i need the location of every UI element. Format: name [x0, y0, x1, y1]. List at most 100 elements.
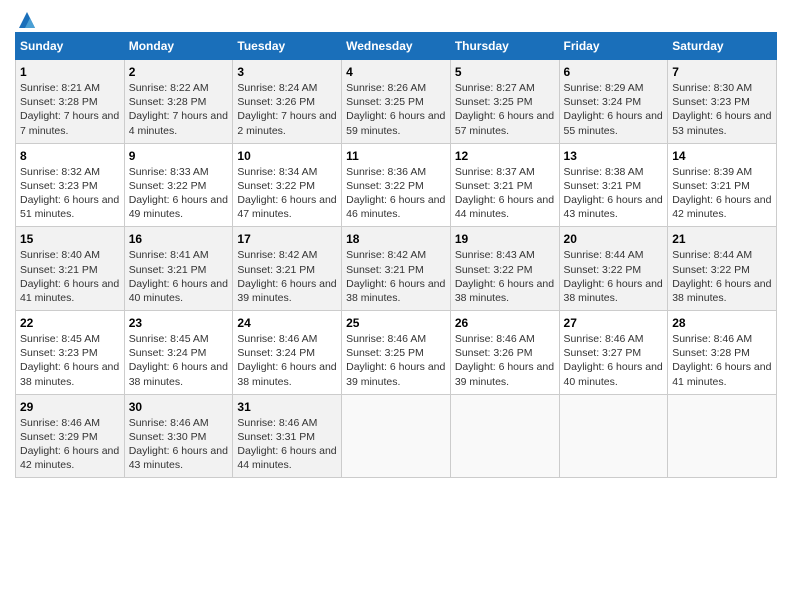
- sunrise: Sunrise: 8:39 AM: [672, 166, 752, 178]
- sunset: Sunset: 3:23 PM: [20, 347, 98, 359]
- sunset: Sunset: 3:31 PM: [237, 431, 315, 443]
- sunrise: Sunrise: 8:44 AM: [564, 249, 644, 261]
- sunrise: Sunrise: 8:46 AM: [672, 333, 752, 345]
- daylight: Daylight: 6 hours and 38 minutes.: [237, 361, 336, 387]
- day-info: Sunrise: 8:21 AM Sunset: 3:28 PM Dayligh…: [20, 81, 120, 138]
- sunrise: Sunrise: 8:37 AM: [455, 166, 535, 178]
- daylight: Daylight: 6 hours and 57 minutes.: [455, 110, 554, 136]
- daylight: Daylight: 6 hours and 38 minutes.: [672, 278, 771, 304]
- daylight: Daylight: 6 hours and 51 minutes.: [20, 194, 119, 220]
- calendar-cell: 9 Sunrise: 8:33 AM Sunset: 3:22 PM Dayli…: [124, 143, 233, 227]
- sunset: Sunset: 3:25 PM: [346, 96, 424, 108]
- day-number: 27: [564, 316, 664, 330]
- day-number: 16: [129, 232, 229, 246]
- sunset: Sunset: 3:28 PM: [129, 96, 207, 108]
- day-number: 8: [20, 149, 120, 163]
- day-number: 19: [455, 232, 555, 246]
- sunset: Sunset: 3:25 PM: [346, 347, 424, 359]
- sunset: Sunset: 3:22 PM: [346, 180, 424, 192]
- day-info: Sunrise: 8:46 AM Sunset: 3:30 PM Dayligh…: [129, 416, 229, 473]
- day-info: Sunrise: 8:38 AM Sunset: 3:21 PM Dayligh…: [564, 165, 664, 222]
- sunset: Sunset: 3:28 PM: [672, 347, 750, 359]
- sunrise: Sunrise: 8:33 AM: [129, 166, 209, 178]
- calendar-cell: 29 Sunrise: 8:46 AM Sunset: 3:29 PM Dayl…: [16, 394, 125, 478]
- sunrise: Sunrise: 8:42 AM: [346, 249, 426, 261]
- sunrise: Sunrise: 8:46 AM: [20, 417, 100, 429]
- sunrise: Sunrise: 8:22 AM: [129, 82, 209, 94]
- day-number: 25: [346, 316, 446, 330]
- sunset: Sunset: 3:22 PM: [129, 180, 207, 192]
- daylight: Daylight: 6 hours and 55 minutes.: [564, 110, 663, 136]
- daylight: Daylight: 6 hours and 40 minutes.: [564, 361, 663, 387]
- daylight: Daylight: 6 hours and 44 minutes.: [237, 445, 336, 471]
- day-info: Sunrise: 8:43 AM Sunset: 3:22 PM Dayligh…: [455, 248, 555, 305]
- day-info: Sunrise: 8:40 AM Sunset: 3:21 PM Dayligh…: [20, 248, 120, 305]
- day-info: Sunrise: 8:36 AM Sunset: 3:22 PM Dayligh…: [346, 165, 446, 222]
- day-number: 13: [564, 149, 664, 163]
- day-info: Sunrise: 8:45 AM Sunset: 3:23 PM Dayligh…: [20, 332, 120, 389]
- calendar-header-wednesday: Wednesday: [342, 33, 451, 60]
- daylight: Daylight: 7 hours and 4 minutes.: [129, 110, 228, 136]
- calendar-header-friday: Friday: [559, 33, 668, 60]
- calendar-week-5: 29 Sunrise: 8:46 AM Sunset: 3:29 PM Dayl…: [16, 394, 777, 478]
- sunrise: Sunrise: 8:30 AM: [672, 82, 752, 94]
- day-info: Sunrise: 8:46 AM Sunset: 3:25 PM Dayligh…: [346, 332, 446, 389]
- day-number: 20: [564, 232, 664, 246]
- calendar-cell: 19 Sunrise: 8:43 AM Sunset: 3:22 PM Dayl…: [450, 227, 559, 311]
- calendar-cell: [450, 394, 559, 478]
- sunrise: Sunrise: 8:46 AM: [455, 333, 535, 345]
- sunset: Sunset: 3:23 PM: [672, 96, 750, 108]
- calendar-cell: 23 Sunrise: 8:45 AM Sunset: 3:24 PM Dayl…: [124, 311, 233, 395]
- day-number: 31: [237, 400, 337, 414]
- sunset: Sunset: 3:26 PM: [455, 347, 533, 359]
- day-info: Sunrise: 8:34 AM Sunset: 3:22 PM Dayligh…: [237, 165, 337, 222]
- sunrise: Sunrise: 8:36 AM: [346, 166, 426, 178]
- calendar-header-monday: Monday: [124, 33, 233, 60]
- sunrise: Sunrise: 8:38 AM: [564, 166, 644, 178]
- day-number: 23: [129, 316, 229, 330]
- day-number: 14: [672, 149, 772, 163]
- day-number: 1: [20, 65, 120, 79]
- calendar-header-sunday: Sunday: [16, 33, 125, 60]
- daylight: Daylight: 7 hours and 2 minutes.: [237, 110, 336, 136]
- day-info: Sunrise: 8:46 AM Sunset: 3:27 PM Dayligh…: [564, 332, 664, 389]
- daylight: Daylight: 6 hours and 53 minutes.: [672, 110, 771, 136]
- day-number: 21: [672, 232, 772, 246]
- day-number: 15: [20, 232, 120, 246]
- calendar-cell: 1 Sunrise: 8:21 AM Sunset: 3:28 PM Dayli…: [16, 60, 125, 144]
- day-info: Sunrise: 8:33 AM Sunset: 3:22 PM Dayligh…: [129, 165, 229, 222]
- sunset: Sunset: 3:24 PM: [129, 347, 207, 359]
- day-info: Sunrise: 8:39 AM Sunset: 3:21 PM Dayligh…: [672, 165, 772, 222]
- daylight: Daylight: 6 hours and 39 minutes.: [346, 361, 445, 387]
- daylight: Daylight: 7 hours and 7 minutes.: [20, 110, 119, 136]
- sunset: Sunset: 3:27 PM: [564, 347, 642, 359]
- logo: [15, 10, 37, 26]
- day-info: Sunrise: 8:44 AM Sunset: 3:22 PM Dayligh…: [672, 248, 772, 305]
- header: [15, 10, 777, 26]
- sunset: Sunset: 3:21 PM: [455, 180, 533, 192]
- page-container: SundayMondayTuesdayWednesdayThursdayFrid…: [0, 0, 792, 488]
- daylight: Daylight: 6 hours and 41 minutes.: [20, 278, 119, 304]
- day-number: 11: [346, 149, 446, 163]
- day-info: Sunrise: 8:29 AM Sunset: 3:24 PM Dayligh…: [564, 81, 664, 138]
- day-number: 24: [237, 316, 337, 330]
- day-info: Sunrise: 8:41 AM Sunset: 3:21 PM Dayligh…: [129, 248, 229, 305]
- sunset: Sunset: 3:21 PM: [346, 264, 424, 276]
- sunset: Sunset: 3:29 PM: [20, 431, 98, 443]
- day-info: Sunrise: 8:45 AM Sunset: 3:24 PM Dayligh…: [129, 332, 229, 389]
- day-number: 30: [129, 400, 229, 414]
- calendar-cell: 26 Sunrise: 8:46 AM Sunset: 3:26 PM Dayl…: [450, 311, 559, 395]
- day-info: Sunrise: 8:42 AM Sunset: 3:21 PM Dayligh…: [346, 248, 446, 305]
- calendar-cell: 31 Sunrise: 8:46 AM Sunset: 3:31 PM Dayl…: [233, 394, 342, 478]
- daylight: Daylight: 6 hours and 44 minutes.: [455, 194, 554, 220]
- daylight: Daylight: 6 hours and 38 minutes.: [346, 278, 445, 304]
- calendar-cell: [342, 394, 451, 478]
- calendar-cell: 24 Sunrise: 8:46 AM Sunset: 3:24 PM Dayl…: [233, 311, 342, 395]
- calendar-cell: 7 Sunrise: 8:30 AM Sunset: 3:23 PM Dayli…: [668, 60, 777, 144]
- day-info: Sunrise: 8:24 AM Sunset: 3:26 PM Dayligh…: [237, 81, 337, 138]
- day-number: 9: [129, 149, 229, 163]
- daylight: Daylight: 6 hours and 47 minutes.: [237, 194, 336, 220]
- day-info: Sunrise: 8:30 AM Sunset: 3:23 PM Dayligh…: [672, 81, 772, 138]
- day-info: Sunrise: 8:26 AM Sunset: 3:25 PM Dayligh…: [346, 81, 446, 138]
- sunset: Sunset: 3:21 PM: [564, 180, 642, 192]
